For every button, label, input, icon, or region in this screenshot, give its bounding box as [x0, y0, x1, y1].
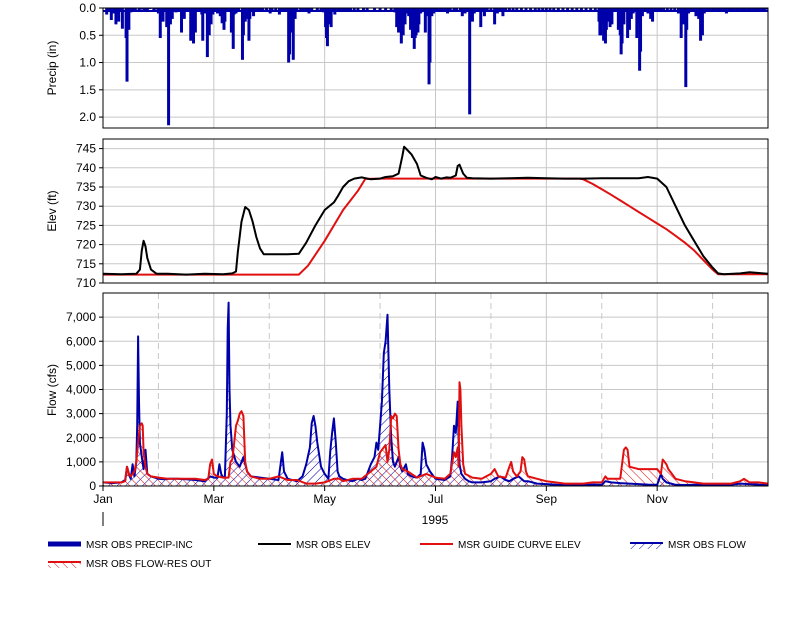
elev-panel: 710 715 720 725 730 735 740 745 Elev (ft) [45, 138, 769, 290]
legend-label: MSR OBS PRECIP-INC [86, 540, 193, 551]
y-tick-label: 710 [76, 276, 96, 290]
precip-ylabel: Precip (in) [45, 41, 59, 96]
flow-grid [103, 293, 768, 487]
x-tick-label: May [313, 492, 336, 506]
precip-bar [482, 8, 486, 17]
legend-item: MSR GUIDE CURVE ELEV [420, 540, 581, 551]
y-tick-label: 4,000 [66, 383, 96, 397]
y-tick-label: 2,000 [66, 431, 96, 445]
y-tick-label: 740 [76, 161, 96, 175]
elev-ylabel: Elev (ft) [45, 190, 59, 231]
y-tick-label: 735 [76, 180, 96, 194]
x-tick-label: Nov [646, 492, 667, 506]
precip-yticks: 0.0 0.5 1.0 1.5 2.0 [79, 1, 103, 124]
y-tick-label: 0.0 [79, 1, 96, 15]
precip-bar [468, 8, 472, 115]
precip-bar [501, 8, 505, 17]
y-tick-label: 715 [76, 257, 96, 271]
flow-ylabel: Flow (cfs) [45, 364, 59, 416]
legend-label: MSR OBS ELEV [296, 540, 371, 551]
legend-label: MSR OBS FLOW [668, 540, 746, 551]
precip-bar [167, 8, 171, 126]
legend: MSR OBS PRECIP-INC MSR OBS ELEV MSR GUIDE … [48, 540, 746, 570]
y-tick-label: 2.0 [79, 110, 96, 124]
precip-bar [158, 8, 162, 38]
precip-bar [460, 8, 464, 17]
legend-label: MSR OBS FLOW-RES OUT [86, 559, 211, 570]
x-tick-label: Mar [203, 492, 224, 506]
flow-xticks: Jan Mar May Jul Sep Nov [93, 486, 668, 506]
hydrograph-chart: 0.0 0.5 1.0 1.5 2.0 Precip (in) 710 715 720 725… [45, 1, 769, 570]
x-tick-label: Jan [93, 492, 112, 506]
y-tick-label: 730 [76, 199, 96, 213]
y-tick-label: 745 [76, 142, 96, 156]
y-tick-label: 3,000 [66, 407, 96, 421]
y-tick-label: 1.5 [79, 83, 96, 97]
x-tick-label: Sep [536, 492, 558, 506]
legend-item: MSR OBS FLOW-RES OUT [48, 559, 211, 570]
y-tick-label: 725 [76, 218, 96, 232]
y-tick-label: 1.0 [79, 56, 96, 70]
precip-bar [640, 8, 644, 17]
precip-bar [109, 8, 113, 20]
y-tick-label: 0 [89, 479, 96, 493]
precip-bar [694, 8, 698, 17]
flow-yticks: 0 1,000 2,000 3,000 4,000 5,000 6,000 7,000 [66, 310, 103, 493]
y-tick-label: 1,000 [66, 455, 96, 469]
precip-panel: 0.0 0.5 1.0 1.5 2.0 Precip (in) [45, 1, 769, 129]
y-tick-label: 720 [76, 238, 96, 252]
flow-panel: 0 1,000 2,000 3,000 4,000 5,000 6,000 7,000 Flo… [45, 292, 769, 527]
legend-item: MSR OBS PRECIP-INC [48, 540, 193, 551]
y-tick-label: 6,000 [66, 334, 96, 348]
elev-grid [103, 139, 768, 284]
elev-yticks: 710 715 720 725 730 735 740 745 [76, 142, 103, 290]
year-label: 1995 [422, 513, 449, 527]
legend-item: MSR OBS FLOW [630, 540, 746, 551]
y-tick-label: 5,000 [66, 358, 96, 372]
y-tick-label: 0.5 [79, 28, 96, 42]
legend-item: MSR OBS ELEV [258, 540, 371, 551]
y-tick-label: 7,000 [66, 310, 96, 324]
legend-label: MSR GUIDE CURVE ELEV [458, 540, 581, 551]
x-tick-label: Jul [428, 492, 443, 506]
